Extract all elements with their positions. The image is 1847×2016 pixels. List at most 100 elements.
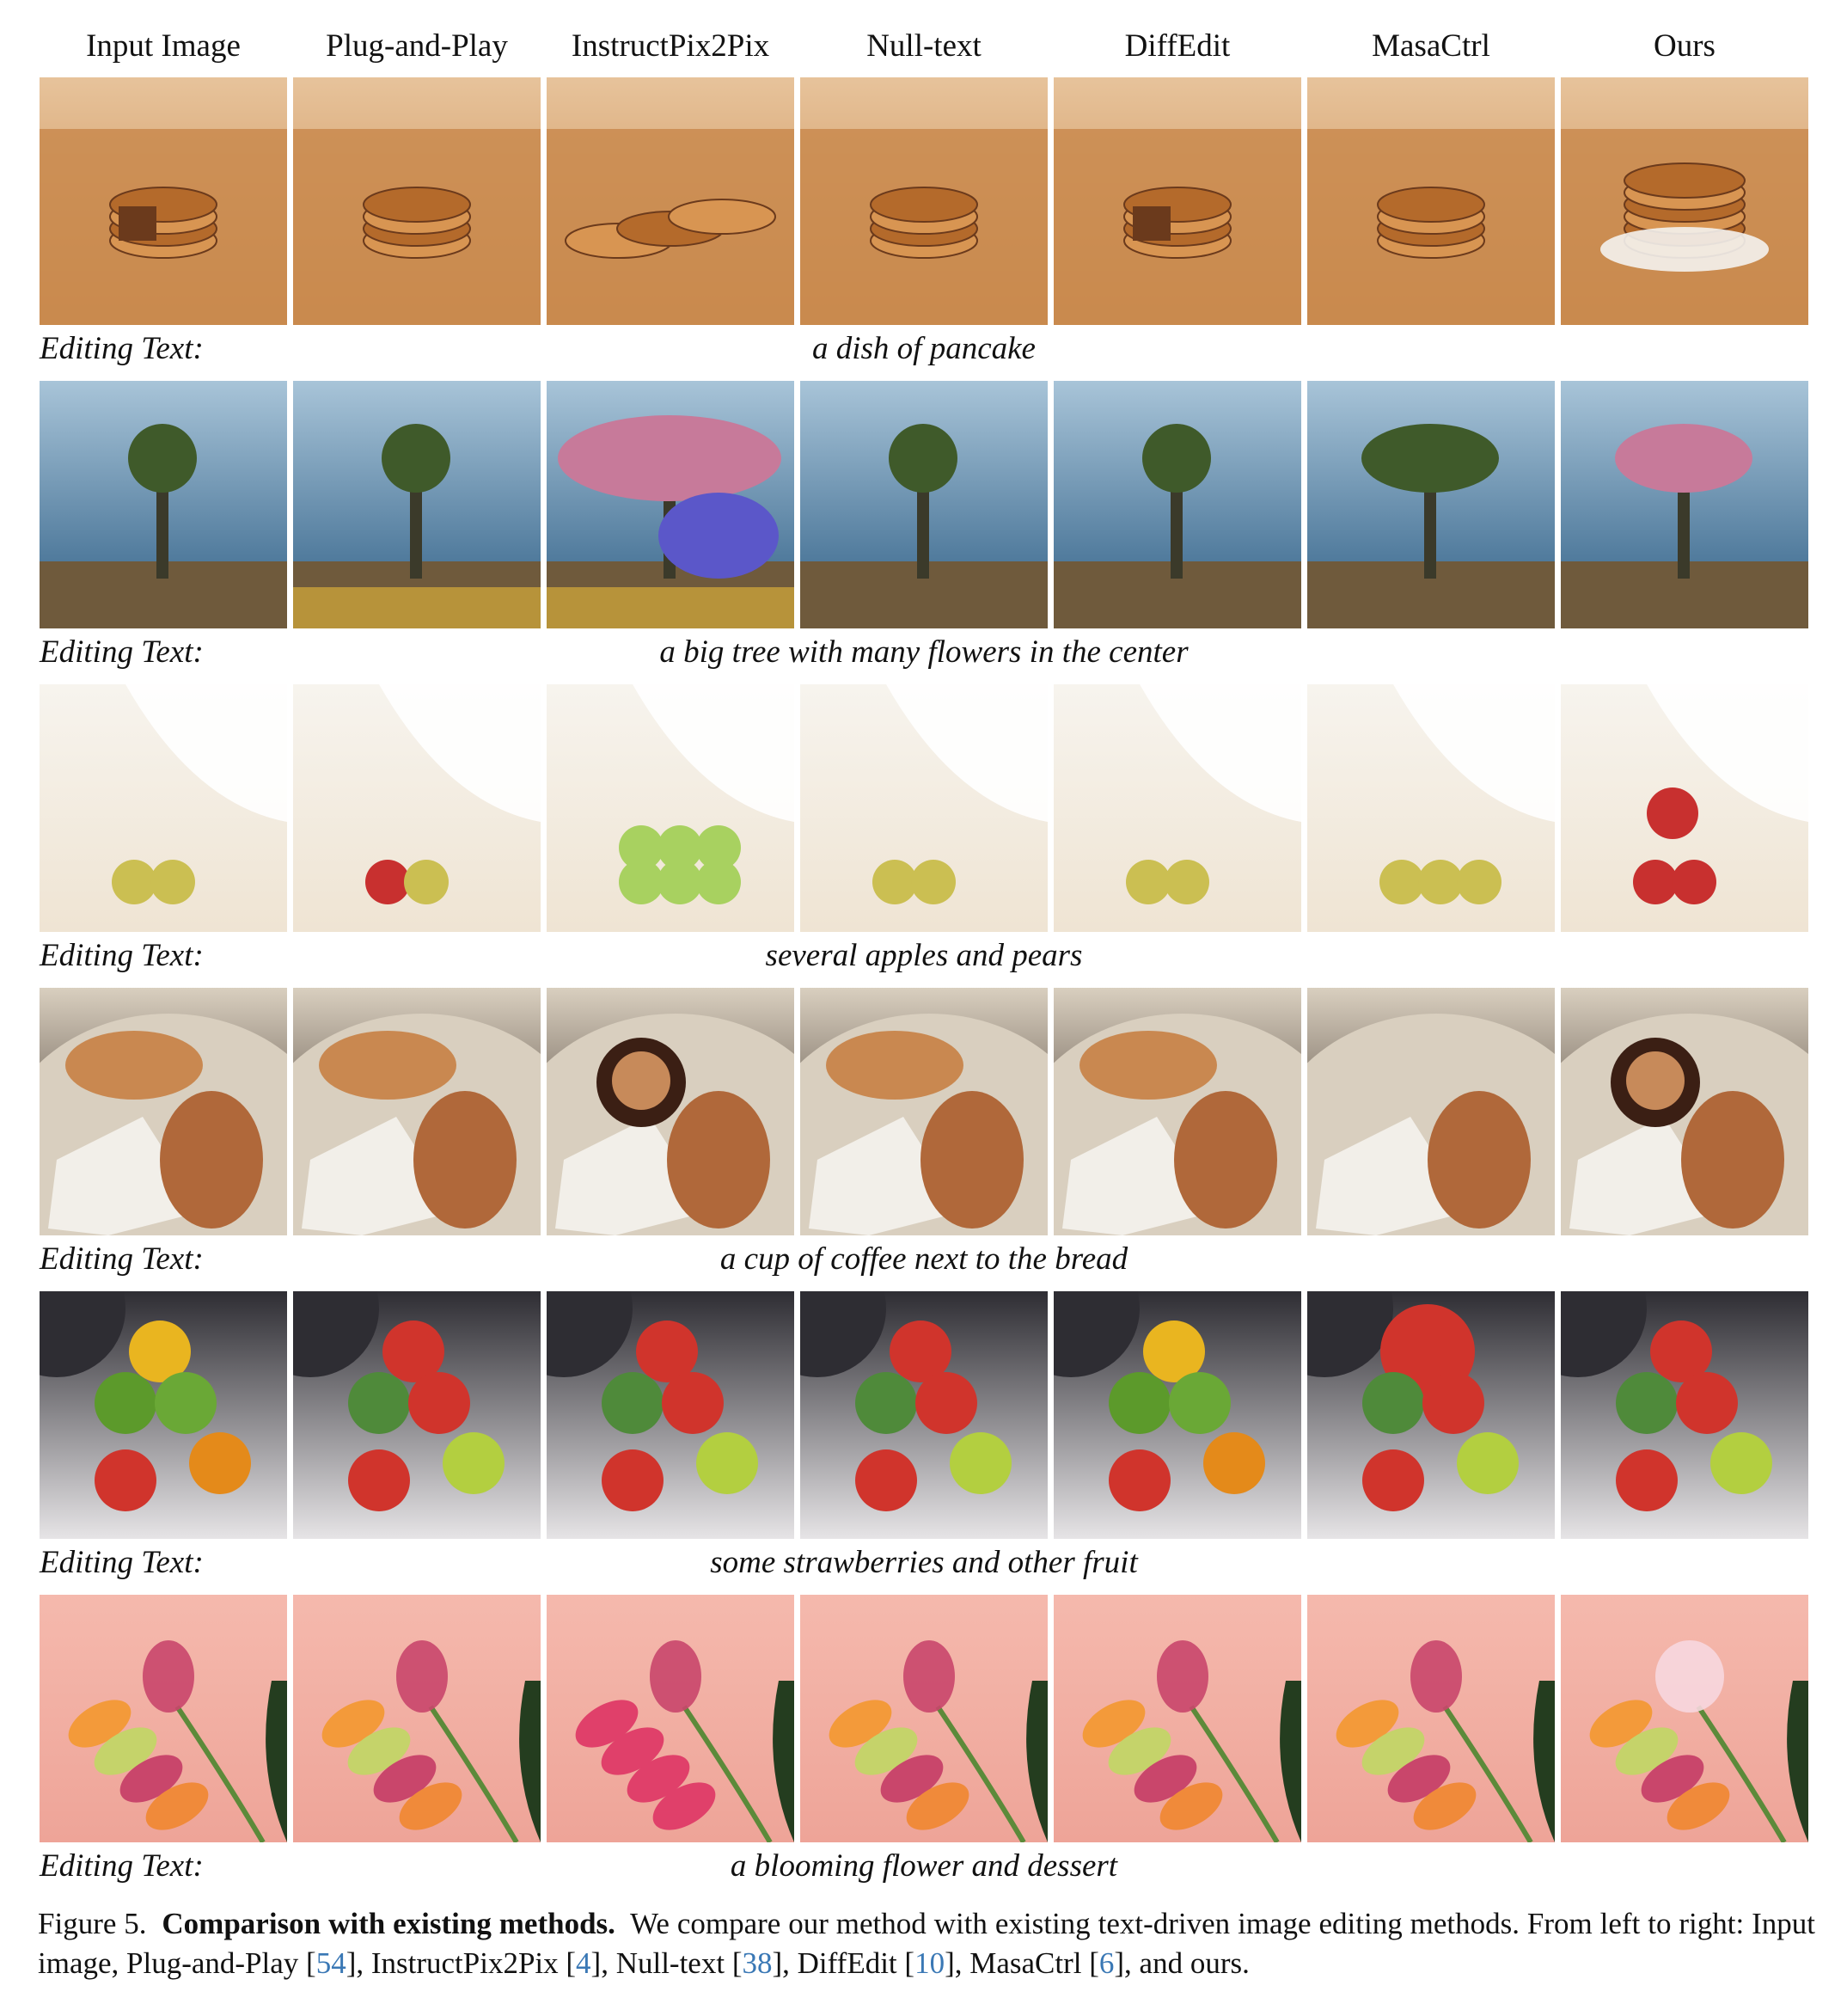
- thumbnail-svg: [1307, 381, 1555, 628]
- result-image: [293, 77, 541, 325]
- result-image: [1307, 381, 1555, 628]
- editing-text-prompt: a cup of coffee next to the bread: [719, 1241, 1128, 1277]
- thumbnail-svg: [1561, 381, 1808, 628]
- caption-text-2: ], InstructPix2Pix [: [346, 1946, 577, 1980]
- result-image: [1307, 1291, 1555, 1539]
- result-image: [293, 988, 541, 1235]
- caption-text-4: ], DiffEdit [: [772, 1946, 915, 1980]
- column-header: Ours: [1654, 28, 1716, 64]
- thumbnail-svg: [1054, 1595, 1301, 1842]
- thumbnail-svg: [40, 1595, 287, 1842]
- result-image: [1054, 381, 1301, 628]
- result-image: [40, 1291, 287, 1539]
- thumbnail-svg: [800, 1291, 1048, 1539]
- editing-text-prompt: a dish of pancake: [812, 331, 1036, 366]
- citation-link[interactable]: 4: [576, 1946, 591, 1980]
- thumbnail-svg: [40, 684, 287, 932]
- thumbnail-svg: [547, 684, 794, 932]
- result-image: [293, 684, 541, 932]
- result-image: [1307, 77, 1555, 325]
- editing-text-prompt: some strawberries and other fruit: [710, 1545, 1138, 1580]
- comparison-row: Editing Text: a blooming flower and desse…: [0, 1595, 1847, 1897]
- thumbnail-svg: [800, 1595, 1048, 1842]
- result-image: [293, 381, 541, 628]
- result-image: [800, 988, 1048, 1235]
- result-image: [1307, 988, 1555, 1235]
- thumbnail-svg: [1561, 684, 1808, 932]
- result-image: [40, 381, 287, 628]
- thumbnail-svg: [547, 1595, 794, 1842]
- thumbnail-svg: [40, 381, 287, 628]
- comparison-row: Editing Text: some strawberries and other…: [0, 1291, 1847, 1594]
- thumbnail-svg: [1307, 77, 1555, 325]
- thumbnail-svg: [40, 1291, 287, 1539]
- thumbnail-svg: [293, 684, 541, 932]
- citation-link[interactable]: 38: [742, 1946, 772, 1980]
- column-header: DiffEdit: [1124, 28, 1231, 64]
- thumbnail-svg: [1054, 988, 1301, 1235]
- result-image: [1054, 684, 1301, 932]
- editing-text-label: Editing Text:: [40, 1545, 204, 1580]
- thumbnail-svg: [1307, 1291, 1555, 1539]
- caption-title: Comparison with existing methods.: [162, 1907, 615, 1940]
- column-header: Plug-and-Play: [326, 28, 508, 64]
- thumbnail-svg: [1561, 988, 1808, 1235]
- result-image: [800, 77, 1048, 325]
- thumbnail-svg: [1307, 684, 1555, 932]
- thumbnail-svg: [1307, 988, 1555, 1235]
- citation-link[interactable]: 10: [914, 1946, 945, 1980]
- citation-link[interactable]: 54: [316, 1946, 346, 1980]
- editing-text-label: Editing Text:: [40, 331, 204, 366]
- thumbnail-svg: [293, 77, 541, 325]
- comparison-row: Editing Text: a dish of pancake: [0, 77, 1847, 380]
- editing-text-prompt: a blooming flower and dessert: [730, 1848, 1118, 1884]
- result-image: [293, 1595, 541, 1842]
- result-image: [40, 684, 287, 932]
- result-image: [800, 1595, 1048, 1842]
- result-image: [1054, 988, 1301, 1235]
- result-image: [1307, 684, 1555, 932]
- thumbnail-svg: [1054, 381, 1301, 628]
- result-image: [1054, 1291, 1301, 1539]
- result-image: [547, 77, 794, 325]
- caption-text-6: ], and ours.: [1114, 1946, 1250, 1980]
- thumbnail-svg: [800, 77, 1048, 325]
- thumbnail-svg: [293, 1595, 541, 1842]
- result-image: [1561, 381, 1808, 628]
- thumbnail-svg: [1561, 1595, 1808, 1842]
- thumbnail-svg: [800, 988, 1048, 1235]
- result-image: [1561, 1595, 1808, 1842]
- thumbnail-svg: [547, 1291, 794, 1539]
- result-image: [1054, 77, 1301, 325]
- thumbnail-svg: [547, 381, 794, 628]
- result-image: [1561, 684, 1808, 932]
- result-image: [1561, 988, 1808, 1235]
- result-image: [547, 381, 794, 628]
- thumbnail-svg: [1054, 77, 1301, 325]
- citation-link[interactable]: 6: [1099, 1946, 1115, 1980]
- thumbnail-svg: [1307, 1595, 1555, 1842]
- column-header: InstructPix2Pix: [571, 28, 770, 64]
- result-image: [547, 684, 794, 932]
- column-header: MasaCtrl: [1372, 28, 1490, 64]
- thumbnail-svg: [800, 381, 1048, 628]
- thumbnail-svg: [40, 77, 287, 325]
- editing-text-prompt: a big tree with many flowers in the cent…: [659, 634, 1189, 670]
- thumbnail-svg: [1054, 1291, 1301, 1539]
- result-image: [293, 1291, 541, 1539]
- result-image: [547, 1291, 794, 1539]
- thumbnail-svg: [293, 381, 541, 628]
- caption-text-3: ], Null-text [: [590, 1946, 743, 1980]
- thumbnail-svg: [547, 77, 794, 325]
- thumbnail-svg: [293, 1291, 541, 1539]
- result-image: [547, 988, 794, 1235]
- comparison-row: Editing Text: a cup of coffee next to the…: [0, 988, 1847, 1290]
- thumbnail-svg: [1054, 684, 1301, 932]
- column-header: Input Image: [86, 28, 241, 64]
- caption-figure-label: Figure 5.: [38, 1907, 147, 1940]
- result-image: [40, 1595, 287, 1842]
- editing-text-prompt: several apples and pears: [765, 938, 1083, 973]
- thumbnail-svg: [1561, 77, 1808, 325]
- editing-text-label: Editing Text:: [40, 634, 204, 670]
- result-image: [547, 1595, 794, 1842]
